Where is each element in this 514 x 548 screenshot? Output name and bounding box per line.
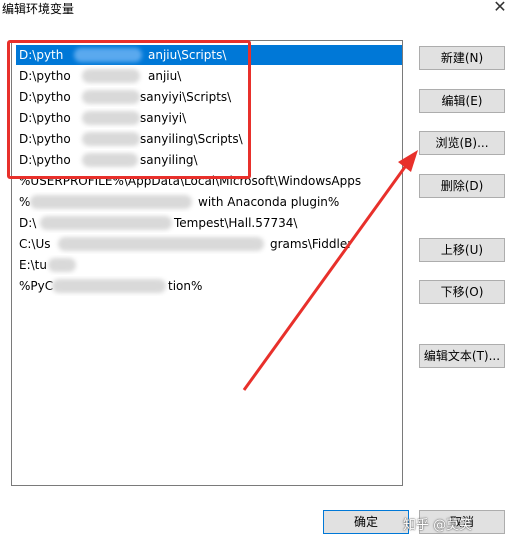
path-prefix: D:\	[19, 216, 37, 230]
list-item[interactable]: D:\ Tempest\Hall.57734\	[16, 213, 402, 233]
list-item[interactable]: D:\pytho sanyiling\	[16, 150, 402, 170]
path-suffix: anjiu\Scripts\	[148, 48, 227, 62]
browse-button[interactable]: 浏览(B)...	[419, 131, 505, 155]
blur-mask	[48, 258, 76, 272]
window-title: 编辑环境变量	[2, 2, 75, 16]
blur-mask	[74, 48, 142, 62]
blur-mask	[82, 153, 138, 167]
path-suffix: sanyiling\Scripts\	[140, 132, 243, 146]
path-suffix: tion%	[168, 279, 203, 293]
path-suffix: grams\Fiddler	[270, 237, 353, 251]
blur-mask	[82, 69, 140, 83]
list-item[interactable]: %PyC tion%	[16, 276, 402, 296]
path-prefix: C:\Us	[19, 237, 51, 251]
blur-mask	[82, 132, 140, 146]
path-prefix: %	[19, 195, 31, 209]
title-bar: 编辑环境变量 ✕	[0, 0, 514, 22]
blur-mask	[40, 216, 172, 230]
path-suffix: sanyiyi\Scripts\	[140, 90, 232, 104]
blur-mask	[58, 237, 264, 251]
path-text: %USERPROFILE%\AppData\Local\Microsoft\Wi…	[19, 174, 362, 188]
path-suffix: Tempest\Hall.57734\	[174, 216, 298, 230]
watermark: 知乎 @莫笑	[403, 518, 473, 533]
list-item[interactable]: %USERPROFILE%\AppData\Local\Microsoft\Wi…	[16, 171, 402, 191]
path-prefix: E:\tu	[19, 258, 47, 272]
edit-text-button[interactable]: 编辑文本(T)...	[419, 344, 505, 368]
path-suffix: anjiu\	[148, 69, 182, 83]
list-item[interactable]: D:\pytho sanyiling\Scripts\	[16, 129, 402, 149]
path-suffix: sanyiling\	[140, 153, 198, 167]
list-item[interactable]: C:\Us grams\Fiddler	[16, 234, 402, 254]
path-prefix: D:\pytho	[19, 111, 71, 125]
list-item[interactable]: D:\pytho sanyiyi\	[16, 108, 402, 128]
list-item[interactable]: D:\pyth anjiu\Scripts\	[16, 45, 402, 65]
blur-mask	[82, 111, 140, 125]
blur-mask	[30, 195, 192, 209]
path-suffix: with Anaconda plugin%	[198, 195, 340, 209]
new-button[interactable]: 新建(N)	[419, 46, 505, 70]
path-suffix: sanyiyi\	[140, 111, 187, 125]
path-prefix: D:\pytho	[19, 90, 71, 104]
edit-button[interactable]: 编辑(E)	[419, 89, 505, 113]
path-prefix: D:\pytho	[19, 132, 71, 146]
path-prefix: D:\pyth	[19, 48, 64, 62]
list-item[interactable]: D:\pytho anjiu\	[16, 66, 402, 86]
blur-mask	[82, 90, 140, 104]
list-item[interactable]: E:\tu	[16, 255, 402, 275]
path-list[interactable]: D:\pyth anjiu\Scripts\ D:\pytho anjiu\ D:\…	[11, 40, 403, 486]
delete-button[interactable]: 删除(D)	[419, 174, 505, 198]
path-prefix: D:\pytho	[19, 69, 71, 83]
list-item[interactable]: D:\pytho sanyiyi\Scripts\	[16, 87, 402, 107]
ok-button[interactable]: 确定	[323, 510, 409, 534]
path-prefix: D:\pytho	[19, 153, 71, 167]
close-icon[interactable]: ✕	[492, 0, 508, 16]
list-item[interactable]: % with Anaconda plugin%	[16, 192, 402, 212]
path-prefix: %PyC	[19, 279, 54, 293]
blur-mask	[52, 279, 166, 293]
move-up-button[interactable]: 上移(U)	[419, 238, 505, 262]
move-down-button[interactable]: 下移(O)	[419, 280, 505, 304]
